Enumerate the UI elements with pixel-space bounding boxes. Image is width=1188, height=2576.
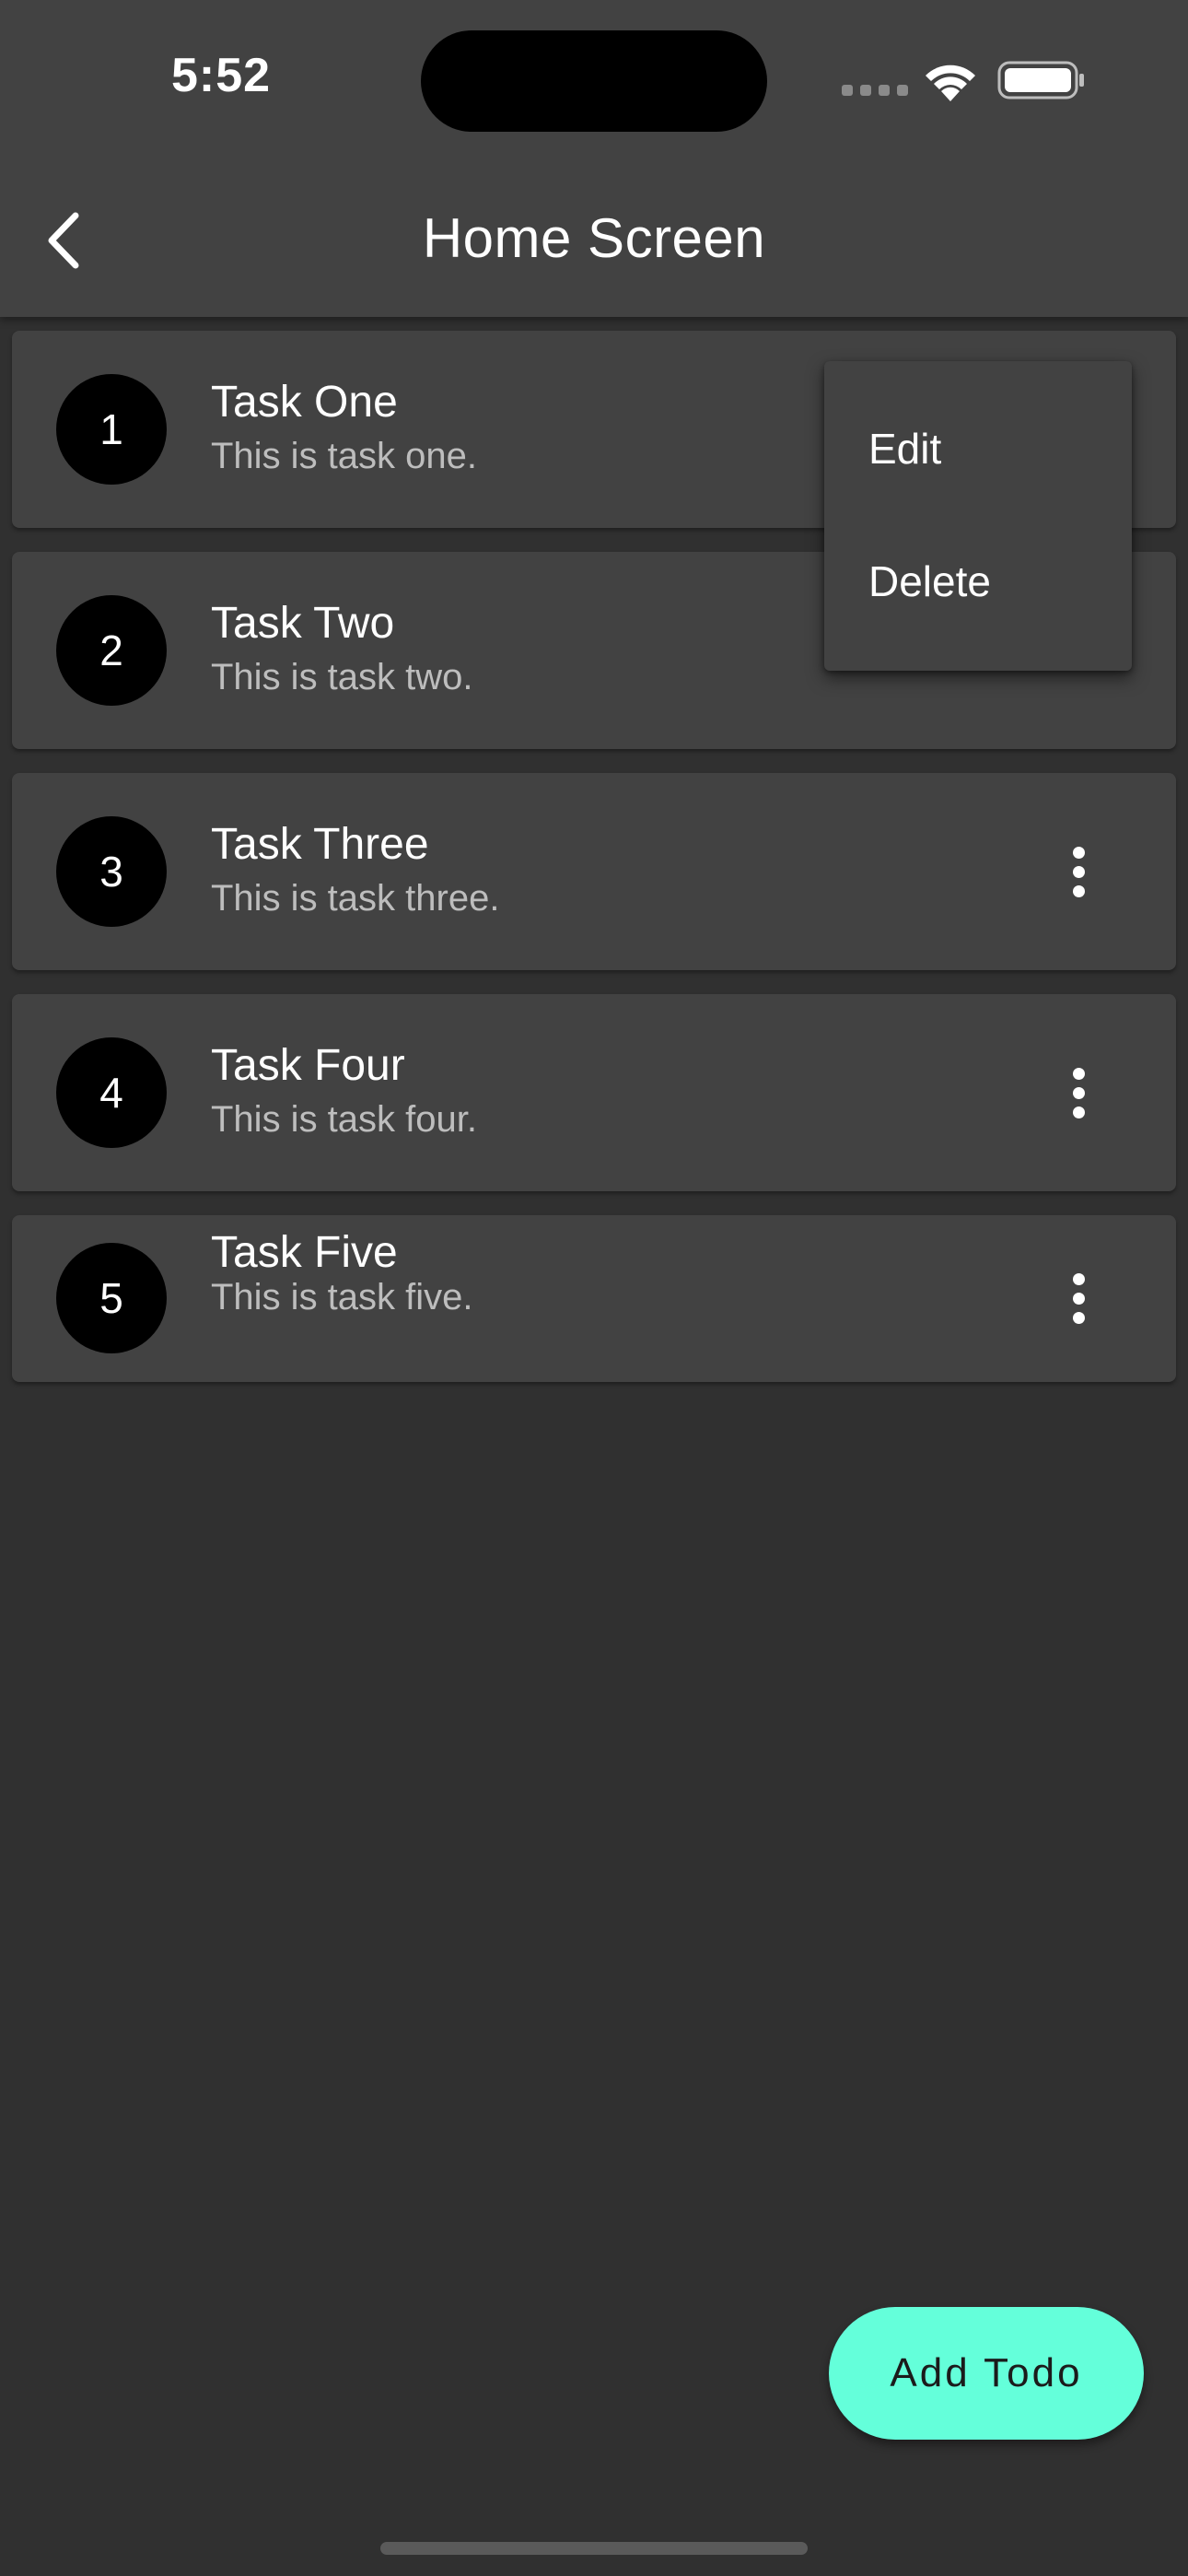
task-number-avatar: 3 bbox=[56, 816, 167, 927]
task-description: This is task one. bbox=[211, 436, 478, 476]
more-vert-icon bbox=[1072, 1272, 1085, 1285]
task-description: This is task four. bbox=[211, 1099, 477, 1140]
task-description: This is task two. bbox=[211, 657, 473, 697]
task-number-avatar: 2 bbox=[56, 595, 167, 706]
menu-item-edit[interactable]: Edit bbox=[868, 424, 941, 474]
cellular-signal-icon bbox=[842, 85, 908, 96]
dynamic-island bbox=[421, 30, 767, 132]
menu-item-delete[interactable]: Delete bbox=[868, 556, 991, 606]
task-number-avatar: 4 bbox=[56, 1037, 167, 1148]
task-title: Task Five bbox=[211, 1228, 398, 1277]
task-options-menu: Edit Delete bbox=[824, 361, 1132, 671]
add-todo-button[interactable]: Add Todo bbox=[829, 2307, 1144, 2440]
task-card[interactable]: 4 Task Four This is task four. bbox=[12, 994, 1176, 1191]
more-vert-icon bbox=[1072, 846, 1085, 859]
task-card[interactable]: 5 Task Five This is task five. bbox=[12, 1215, 1176, 1382]
task-title: Task Two bbox=[211, 599, 395, 648]
task-description: This is task five. bbox=[211, 1277, 473, 1317]
battery-icon bbox=[997, 61, 1084, 100]
task-title: Task Three bbox=[211, 820, 429, 869]
task-card[interactable]: 3 Task Three This is task three. bbox=[12, 773, 1176, 970]
home-indicator bbox=[380, 2542, 808, 2555]
task-title: Task One bbox=[211, 378, 398, 427]
screen: 5:52 Home Screen 1 Task One This is task… bbox=[0, 0, 1188, 2576]
more-options-button[interactable] bbox=[1040, 1259, 1117, 1337]
app-bar: 5:52 Home Screen bbox=[0, 0, 1188, 317]
status-time: 5:52 bbox=[171, 49, 272, 102]
task-title: Task Four bbox=[211, 1041, 405, 1090]
task-description: This is task three. bbox=[211, 878, 500, 919]
more-vert-icon bbox=[1072, 1067, 1085, 1080]
more-options-button[interactable] bbox=[1040, 833, 1117, 910]
page-title: Home Screen bbox=[422, 207, 766, 269]
wifi-icon bbox=[926, 64, 975, 101]
task-number-avatar: 1 bbox=[56, 374, 167, 485]
more-options-button[interactable] bbox=[1040, 1054, 1117, 1131]
task-number-avatar: 5 bbox=[56, 1243, 167, 1353]
